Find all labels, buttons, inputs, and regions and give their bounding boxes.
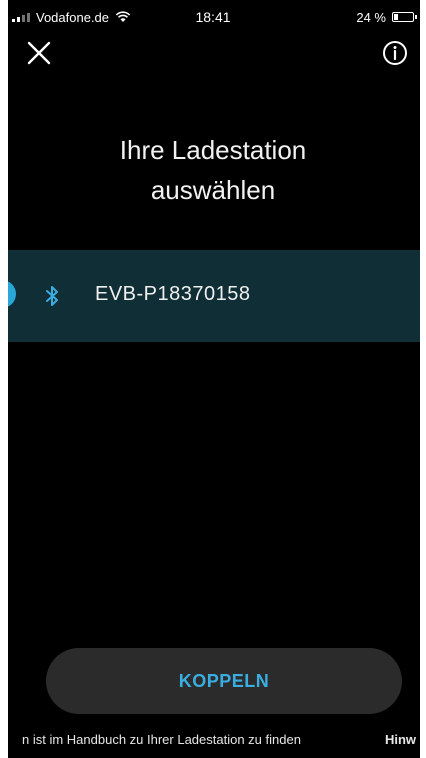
close-icon[interactable] [24,38,54,68]
pair-button[interactable]: KOPPELN [46,648,402,714]
battery-icon [392,12,417,22]
device-list-item[interactable]: EVB-P18370158 [0,250,420,342]
clock: 18:41 [195,9,231,25]
info-icon[interactable] [380,38,410,68]
footer-hint: n ist im Handbuch zu Ihrer Ladestation z… [0,732,420,752]
page-title-line1: Ihre Ladestation [119,135,307,165]
footer-hint-text: n ist im Handbuch zu Ihrer Ladestation z… [22,732,301,747]
battery-percentage: 24 % [356,9,386,25]
screen-edge-right [420,0,426,758]
device-name: EVB-P18370158 [95,283,251,305]
wifi-icon [115,11,131,22]
status-bar: Vodafone.de 18:41 24 % [12,6,417,28]
footer-hint-link[interactable]: Hinw [385,732,416,747]
screen-edge-left [0,0,8,758]
bluetooth-icon [46,286,58,306]
page-title: Ihre Ladestation auswählen [0,130,426,210]
page-title-line2: auswählen [150,175,276,205]
carrier-label: Vodafone.de [36,9,110,25]
signal-icon [12,12,30,22]
app-screen: Vodafone.de 18:41 24 % Ihre Ladestation … [0,0,426,758]
